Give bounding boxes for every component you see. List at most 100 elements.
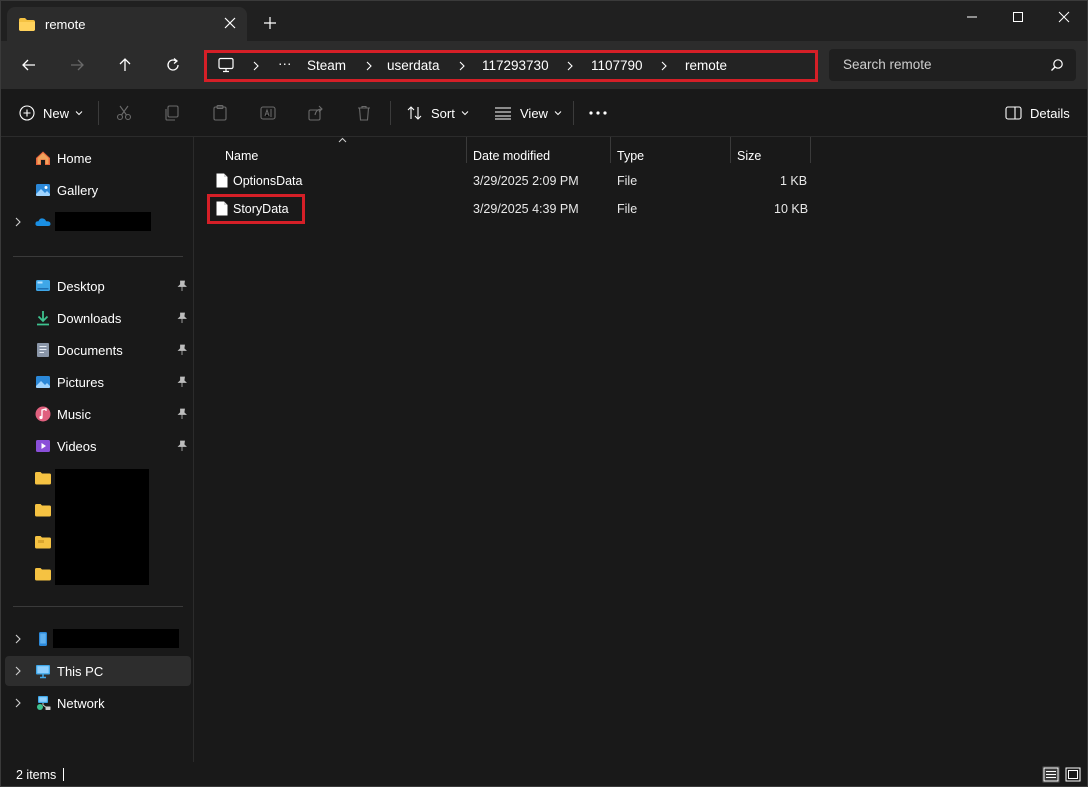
item-count: 2 items (16, 768, 57, 782)
table-row[interactable]: OptionsData 3/29/2025 2:09 PM File 1 KB (206, 168, 816, 194)
close-button[interactable] (1041, 1, 1087, 33)
redacted-label (55, 212, 151, 231)
chevron-down-icon (461, 111, 469, 116)
share-button[interactable] (307, 101, 325, 125)
search-input[interactable]: Search remote (843, 57, 932, 72)
sort-ascending-icon (338, 137, 347, 143)
chevron-right-icon (253, 61, 259, 71)
breadcrumb-remote[interactable]: remote (685, 53, 727, 79)
breadcrumb-1107790[interactable]: 1107790 (591, 53, 643, 79)
maximize-button[interactable] (995, 1, 1041, 33)
new-label: New (43, 105, 70, 121)
sort-label: Sort (431, 105, 455, 121)
rename-button[interactable] (259, 101, 277, 125)
new-button[interactable]: New (19, 101, 83, 125)
column-divider[interactable] (730, 137, 731, 163)
cloud-icon (35, 218, 51, 226)
pin-icon[interactable] (176, 408, 188, 420)
sidebar-label: Pictures (57, 375, 104, 390)
sidebar-label: Network (57, 696, 105, 711)
view-button[interactable]: View (494, 101, 562, 125)
sidebar-item-desktop[interactable]: Desktop (5, 271, 191, 301)
pin-icon[interactable] (176, 312, 188, 324)
sidebar-item-home[interactable]: Home (5, 143, 191, 173)
sidebar-item-downloads[interactable]: Downloads (5, 303, 191, 333)
delete-button[interactable] (355, 101, 373, 125)
redacted-folder-names (55, 469, 149, 585)
details-button[interactable]: Details (1005, 101, 1070, 125)
sidebar-item-pictures[interactable]: Pictures (5, 367, 191, 397)
pin-icon[interactable] (176, 440, 188, 452)
maximize-icon (1013, 12, 1023, 22)
breadcrumb-userdata[interactable]: userdata (387, 53, 440, 79)
chevron-right-icon (15, 634, 21, 644)
sidebar-item-documents[interactable]: Documents (5, 335, 191, 365)
copy-icon (165, 105, 179, 121)
sidebar-label: Documents (57, 343, 123, 358)
sidebar-item-network[interactable]: Network (5, 688, 191, 718)
cut-button[interactable] (115, 101, 133, 125)
refresh-button[interactable] (160, 53, 186, 77)
sort-button[interactable]: Sort (406, 101, 469, 125)
address-bar[interactable]: ··· Steam userdata 117293730 1107790 rem… (204, 50, 818, 82)
close-tab-icon[interactable] (223, 16, 237, 30)
chevron-right-icon (459, 61, 465, 71)
large-icons-view-icon[interactable] (1064, 766, 1082, 783)
trash-icon (358, 105, 370, 121)
paste-button[interactable] (211, 101, 229, 125)
pin-icon[interactable] (176, 280, 188, 292)
column-divider[interactable] (610, 137, 611, 163)
sidebar-label: Downloads (57, 311, 122, 326)
column-divider[interactable] (466, 137, 467, 163)
breadcrumb-steam[interactable]: Steam (307, 53, 346, 79)
file-explorer-window: remote ··· Steam userdata 117293730 1107… (0, 0, 1088, 787)
home-icon (36, 151, 50, 165)
view-label: View (520, 105, 548, 121)
pin-icon[interactable] (176, 376, 188, 388)
arrow-right-icon (71, 59, 84, 71)
search-box[interactable]: Search remote (829, 49, 1076, 81)
title-bar: remote (1, 1, 1087, 41)
status-divider (63, 768, 64, 781)
highlight-box (207, 194, 305, 224)
copy-button[interactable] (163, 101, 181, 125)
chevron-right-icon (567, 61, 573, 71)
minimize-button[interactable] (949, 1, 995, 33)
sidebar-label: This PC (57, 664, 104, 679)
back-button[interactable] (16, 53, 42, 77)
sidebar-item-music[interactable]: Music (5, 399, 191, 429)
file-size: 10 KB (774, 202, 809, 216)
sidebar-label: Home (57, 151, 92, 166)
share-icon (308, 105, 323, 121)
column-divider[interactable] (810, 137, 811, 163)
toolbar-divider (390, 101, 391, 125)
minimize-icon (967, 16, 977, 18)
forward-button[interactable] (64, 53, 90, 77)
column-header-size[interactable]: Size (737, 149, 761, 163)
sidebar-item-onedrive[interactable] (5, 207, 191, 237)
column-header-type[interactable]: Type (617, 149, 644, 163)
column-header-date-modified[interactable]: Date modified (473, 149, 550, 163)
up-button[interactable] (112, 53, 138, 77)
search-icon (1051, 59, 1063, 71)
tab-remote[interactable]: remote (7, 7, 247, 41)
sidebar-label: Music (57, 407, 91, 422)
toolbar-divider (573, 101, 574, 125)
more-options-button[interactable] (588, 101, 608, 125)
breadcrumb-overflow[interactable]: ··· (278, 51, 292, 77)
details-view-icon[interactable] (1042, 766, 1060, 783)
new-tab-icon[interactable] (263, 16, 277, 30)
folder-icon (35, 536, 51, 549)
sidebar-item-videos[interactable]: Videos (5, 431, 191, 461)
breadcrumb-117293730[interactable]: 117293730 (482, 53, 549, 79)
close-icon (1058, 11, 1070, 23)
pin-icon[interactable] (176, 344, 188, 356)
column-header-name[interactable]: Name (225, 149, 258, 163)
download-icon (37, 311, 49, 326)
more-icon (589, 111, 607, 115)
sidebar-item-gallery[interactable]: Gallery (5, 175, 191, 205)
sidebar-item-this-pc[interactable]: This PC (5, 656, 191, 686)
desktop-icon (36, 280, 50, 291)
document-icon (37, 343, 49, 357)
sidebar-item-device[interactable] (5, 624, 191, 654)
